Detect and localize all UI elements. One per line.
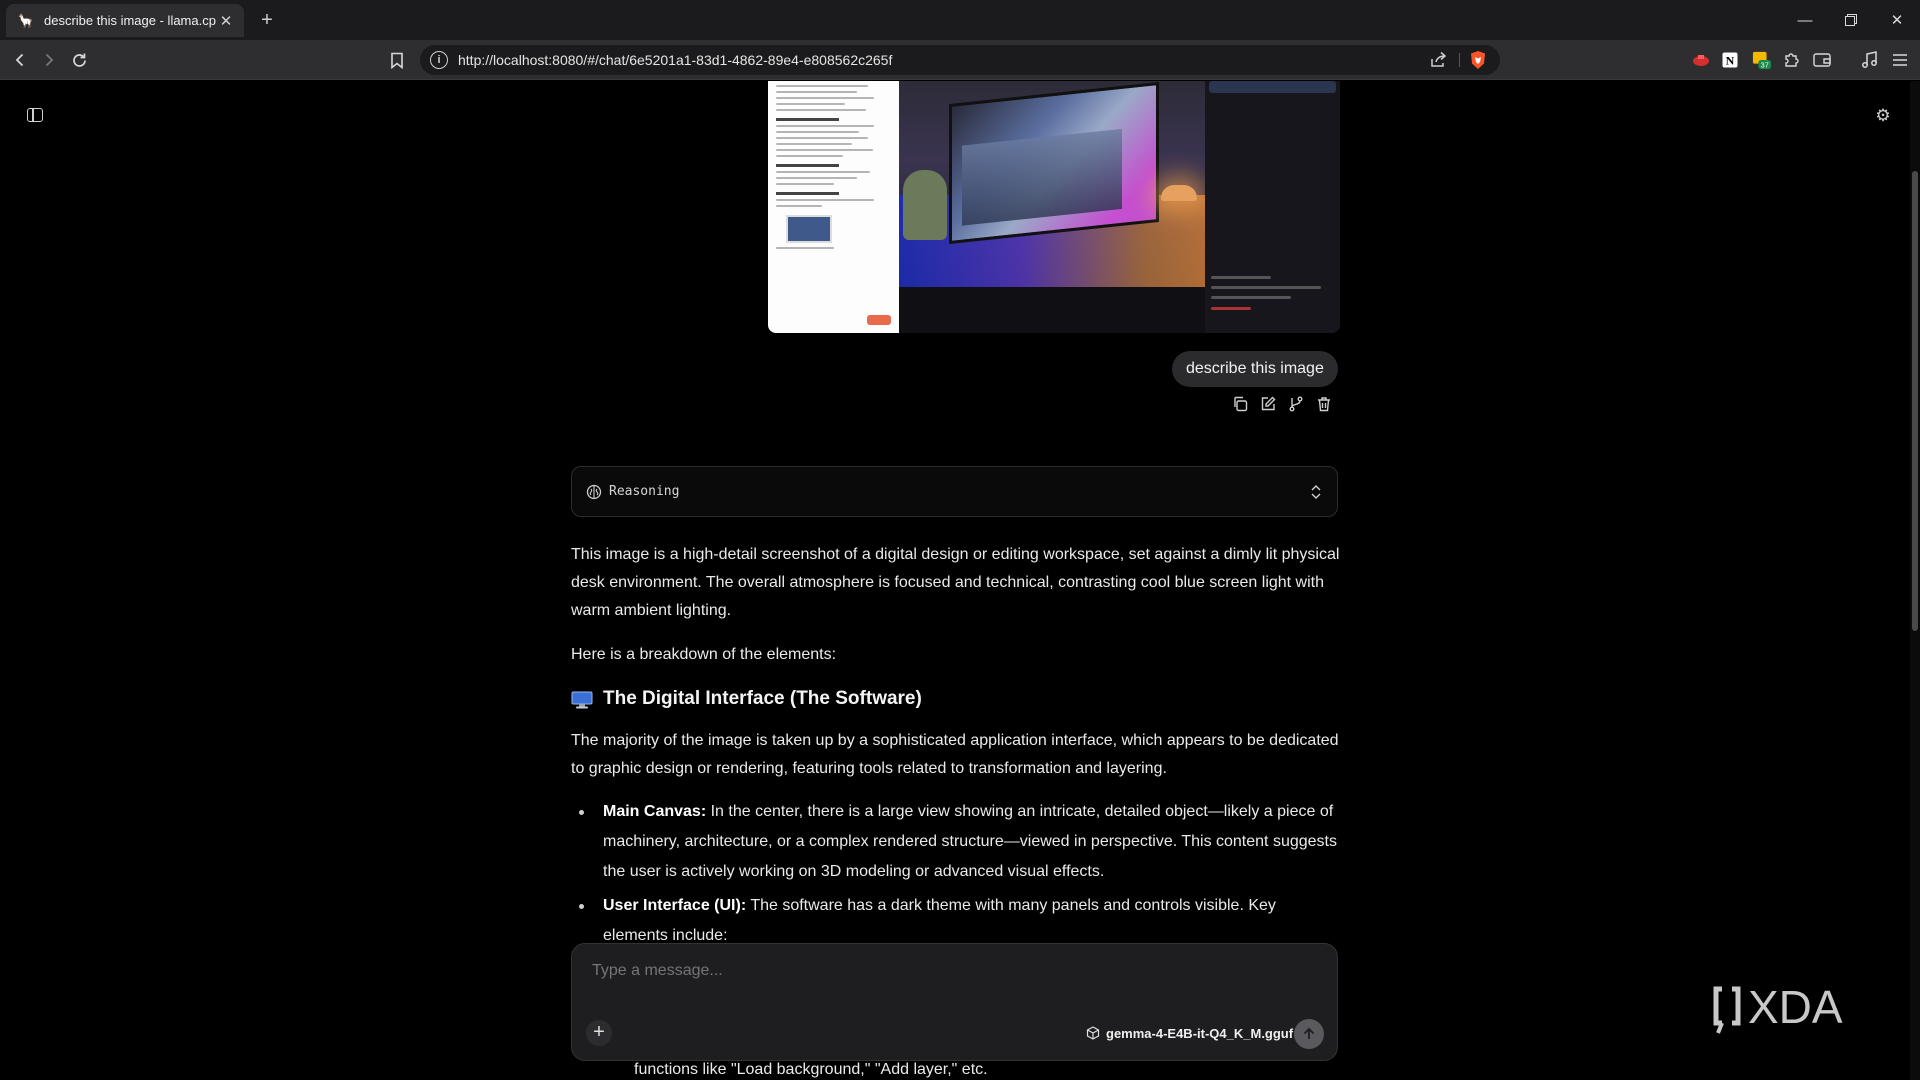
scrollbar-thumb[interactable] — [1912, 171, 1918, 631]
rewards-extension-icon[interactable] — [1691, 50, 1711, 70]
brave-shields-icon[interactable] — [1468, 50, 1488, 70]
add-attachment-button[interactable]: + — [586, 1020, 612, 1046]
menu-icon[interactable] — [1890, 50, 1910, 70]
sidebar-toggle-icon[interactable] — [27, 108, 43, 122]
arrow-up-icon — [1303, 1027, 1315, 1039]
minimize-icon[interactable]: — — [1782, 6, 1828, 34]
message-actions — [1232, 396, 1332, 412]
response-overflow-text: functions like "Load background," "Add l… — [634, 1061, 988, 1078]
user-message-bubble: describe this image — [1172, 351, 1338, 387]
notion-extension-icon[interactable]: N — [1720, 50, 1740, 70]
music-icon[interactable] — [1860, 50, 1880, 70]
attached-image-desk-photo — [899, 81, 1205, 287]
send-button[interactable] — [1294, 1019, 1324, 1049]
url-text[interactable]: http://localhost:8080/#/chat/6e5201a1-83… — [458, 52, 892, 68]
close-tab-icon[interactable]: ✕ — [216, 11, 236, 31]
svg-text:XDA: XDA — [1748, 981, 1843, 1033]
section-heading: The Digital Interface (The Software) — [571, 685, 1341, 713]
tab-bar: 🦙 describe this image - llama.cpp ✕ + — … — [0, 0, 1920, 40]
chat-page: ⚙ describe this image Reasoning This ima… — [0, 81, 1920, 1080]
attached-image[interactable] — [768, 81, 1340, 333]
section-title: The Digital Interface (The Software) — [603, 688, 922, 709]
model-selector[interactable]: gemma-4-E4B-it-Q4_K_M.gguf — [1080, 1021, 1299, 1045]
llama-favicon-icon: 🦙 — [17, 12, 35, 28]
model-name: gemma-4-E4B-it-Q4_K_M.gguf — [1106, 1025, 1294, 1041]
list-item: User Interface (UI): The software has a … — [571, 891, 1341, 951]
response-breakdown: Here is a breakdown of the elements: — [571, 646, 837, 663]
wallet-icon[interactable] — [1812, 50, 1832, 70]
message-composer: + gemma-4-E4B-it-Q4_K_M.gguf — [571, 943, 1338, 1061]
model-cube-icon — [1086, 1026, 1100, 1040]
new-tab-icon[interactable]: + — [256, 9, 278, 31]
list-item: Main Canvas: In the center, there is a l… — [571, 797, 1341, 887]
back-icon[interactable] — [9, 49, 31, 71]
tab-manager-extension-icon[interactable]: 37 — [1752, 50, 1772, 70]
attached-image-status-strip — [899, 287, 1205, 333]
desktop-computer-icon — [571, 690, 593, 709]
page-scrollbar[interactable] — [1910, 81, 1920, 1080]
section-body: The majority of the image is taken up by… — [571, 732, 1339, 777]
attached-image-side-panel — [1205, 81, 1340, 333]
assistant-response: This image is a high-detail screenshot o… — [571, 541, 1341, 955]
browser-tab[interactable]: 🦙 describe this image - llama.cpp ✕ — [6, 4, 244, 37]
branch-icon[interactable] — [1288, 396, 1304, 412]
list-item-text: In the center, there is a large view sho… — [603, 803, 1337, 880]
reasoning-toggle[interactable]: Reasoning — [571, 466, 1338, 517]
copy-icon[interactable] — [1232, 396, 1248, 412]
xda-watermark: XDA — [1708, 979, 1888, 1037]
site-info-icon[interactable]: i — [430, 51, 448, 69]
message-input[interactable] — [592, 962, 1312, 980]
brain-icon — [586, 484, 602, 500]
chevron-up-down-icon — [1309, 482, 1323, 502]
list-item-label: User Interface (UI): — [603, 897, 747, 914]
address-bar-divider — [1459, 53, 1460, 67]
close-window-icon[interactable]: ✕ — [1874, 6, 1920, 34]
edit-icon[interactable] — [1260, 396, 1276, 412]
delete-icon[interactable] — [1316, 396, 1332, 412]
restore-icon[interactable] — [1828, 6, 1874, 34]
tab-title: describe this image - llama.cpp — [44, 13, 216, 28]
reload-icon[interactable] — [68, 49, 90, 71]
reasoning-label: Reasoning — [609, 484, 680, 499]
list-item-label: Main Canvas: — [603, 803, 707, 820]
svg-text:37: 37 — [1761, 60, 1769, 69]
svg-text:N: N — [1726, 54, 1735, 68]
forward-icon[interactable] — [38, 49, 60, 71]
bookmark-icon[interactable] — [386, 49, 408, 71]
response-intro: This image is a high-detail screenshot o… — [571, 546, 1340, 619]
extensions-puzzle-icon[interactable] — [1782, 50, 1802, 70]
settings-gear-icon[interactable]: ⚙ — [1874, 107, 1892, 125]
share-icon[interactable] — [1428, 50, 1448, 70]
attached-image-document-panel — [768, 81, 899, 333]
bullet-list: Main Canvas: In the center, there is a l… — [571, 797, 1341, 951]
navigation-bar: i http://localhost:8080/#/chat/6e5201a1-… — [0, 40, 1920, 80]
address-bar[interactable]: i http://localhost:8080/#/chat/6e5201a1-… — [420, 45, 1500, 75]
